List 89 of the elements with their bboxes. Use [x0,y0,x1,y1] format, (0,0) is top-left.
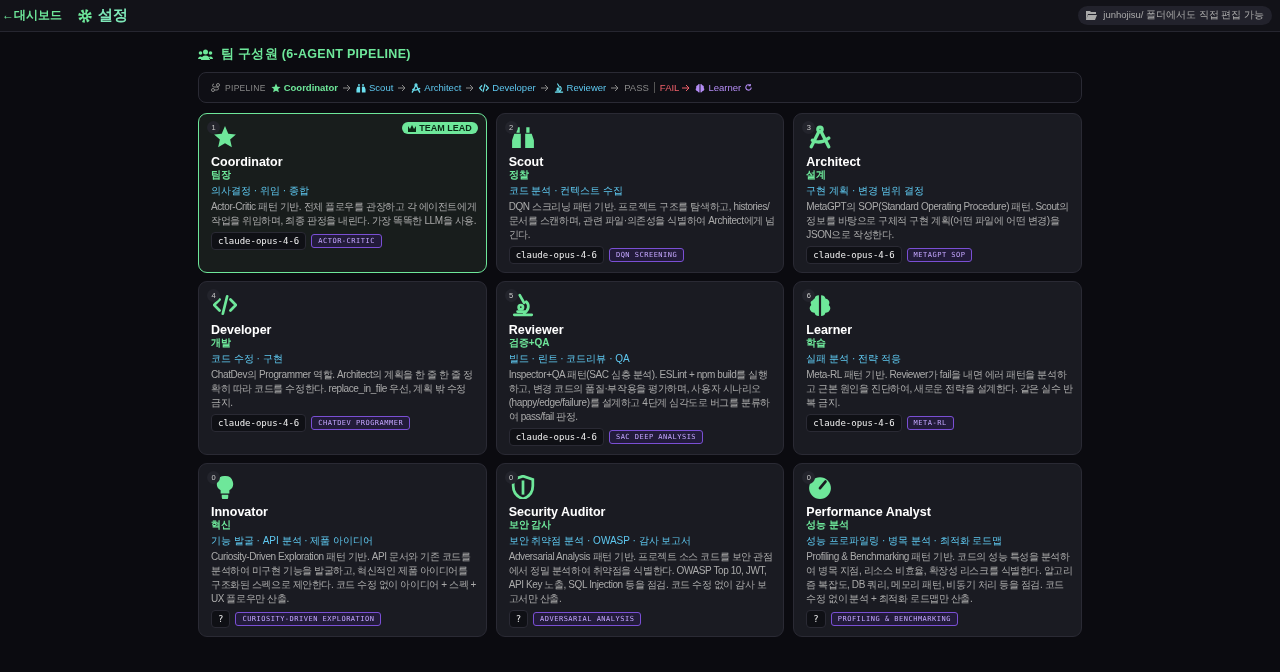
model-chip: ? [211,610,231,628]
agent-skills: 실패 분석 · 전략 적응 [806,352,902,365]
binoculars-icon [510,125,535,149]
agent-description: Inspector+QA 패턴(SAC 심층 분석). ESLint + npm build를 실행하고, 변경 코드의 품질·부작용을 평가하며, 사용자 시나리오(happy/edge/failure)를 설계하고 4단계 심각도로 버그를 분류하여 pass/fail 판정. [508,368,771,424]
pipeline-step: Architect [424,82,462,93]
agent-description: Profiling & Benchmarking 패턴 기반. 코드의 성능 특성을 분석하여 병목 지점, 리소스 비효율, 확장성 리스크를 식별한다. 알고리즘 복잡도, DB 쿼리, 메모리 패턴, 비동기 처리 등을 점검. 코드 수정 없이 분석 + 최적화 로드맵만 산출. [806,550,1073,606]
section-title: 팀 구성원 (6-AGENT PIPELINE) [221,45,411,63]
model-chip: ? [806,610,826,628]
agent-skills: 보안 취약점 분석 · OWASP · 감사 보고서 [508,534,693,547]
agent-role: 성능 분석 [806,519,851,531]
agent-name: Developer [211,323,273,337]
agent-description: DQN 스크리닝 패턴 기반. 프로젝트 구조를 탐색하고, histories/ 문서를 스캔하며, 관련 파일·의존성을 식별하여 Architect에게 넘긴다. [508,200,776,242]
agent-skills: 기능 발굴 · API 분석 · 제품 아이디어 [211,534,375,547]
agent-role: 개발 [211,337,232,349]
model-chip: claude-opus-4-6 [806,414,902,432]
brain-icon [808,293,833,317]
pipeline-step: Scout [369,82,394,93]
agent-description: Curiosity-Driven Exploration 패턴 기반. API 문서와 기존 코드를 분석하여 미구현 기능을 발굴하고, 혁신적인 제품 아이디어를 구조화된 스펙으로 제안한다. 코드 수정 없이 아이디어 + 스펙 + UX 플로우만 산출. [211,550,478,606]
agent-description: ChatDev의 Programmer 역할. Architect의 계획을 한 줄 한 줄 정확히 따라 코드를 수정한다. replace_in_file 우선, 계획 밖 수정 금지. [211,368,474,410]
agent-name: Reviewer [508,323,565,337]
agent-role: 설계 [806,169,828,181]
agent-name: Learner [806,323,854,337]
agent-name: Security Auditor [508,505,607,519]
model-chip: claude-opus-4-6 [508,246,604,264]
agent-name: Coordinator [211,155,284,169]
agent-name: Scout [508,155,545,169]
team-lead-badge: TEAM LEAD [402,122,478,134]
brain-icon [695,82,706,93]
agent-name: Performance Analyst [806,505,932,519]
star-icon [213,125,237,149]
pipeline-label: PIPELINE [225,82,266,93]
pipeline-step: FAIL [659,82,680,93]
flow-icon [211,83,220,92]
agent-description: Actor-Critic 패턴 기반. 전체 플로우를 관장하고 각 에이전트에게 작업을 위임하며, 최종 판정을 내린다. 가장 똑똑한 LLM을 사용. [211,200,478,228]
agent-role: 검증+QA [508,337,551,349]
notice-text: junhojisu/ 폴더에서도 직접 편집 가능 [1103,9,1264,22]
shield-icon [510,475,535,499]
crown-icon [408,124,417,132]
agent-role: 정찰 [508,169,530,181]
star-icon [270,82,281,93]
pipeline-step: Developer [492,82,536,93]
agent-card[interactable] [198,463,487,637]
microscope-icon [553,82,564,93]
agent-skills: 빌드 · 린트 · 코드리뷰 · QA [508,352,631,365]
compass-icon [411,82,422,93]
agent-name: Architect [806,155,862,169]
pipeline-step: Coordinator [283,82,339,93]
agent-skills: 구현 계획 · 변경 범위 결정 [806,184,925,197]
agent-card[interactable] [495,281,785,455]
arrow-icon [343,83,352,92]
model-chip: claude-opus-4-6 [508,428,604,446]
arrow-icon [398,83,407,92]
arrow-icon [682,83,691,92]
model-chip: claude-opus-4-6 [211,414,307,432]
gauge-icon [808,475,833,499]
model-chip: ? [508,610,529,628]
compass-icon [808,125,833,149]
pipeline-step: PASS [624,82,649,93]
model-chip: claude-opus-4-6 [806,246,902,264]
agent-skills: 의사결정 · 위임 · 종합 [211,184,310,197]
agent-description: Meta-RL 패턴 기반. Reviewer가 fail을 내면 에러 패턴을 분석하고 근본 원인을 진단하여, 새로운 전략을 설계한다. 같은 실수 반복 금지. [806,368,1073,410]
agent-role: 팀장 [211,169,232,181]
pipeline-step: Learner [708,82,742,93]
agent-role: 학습 [806,337,828,349]
agent-skills: 성능 프로파일링 · 병목 분석 · 최적화 로드맵 [806,534,1004,547]
agent-skills: 코드 수정 · 구현 [211,352,284,365]
users-icon [198,48,213,60]
folder-icon [1086,11,1098,20]
back-link[interactable]: ←대시보드 [2,7,62,24]
agent-card[interactable] [793,463,1082,637]
agent-skills: 코드 분석 · 컨텍스트 수집 [508,184,625,197]
agent-role: 혁신 [211,519,232,531]
settings-icon [78,8,92,23]
code-icon [479,82,490,93]
page-title: 설정 [98,6,128,25]
arrow-icon [466,83,475,92]
binoculars-icon [356,82,367,93]
pipeline-step: Reviewer [566,82,607,93]
arrow-icon [611,83,620,92]
model-chip: claude-opus-4-6 [211,232,307,250]
agent-name: Innovator [211,505,269,519]
agent-card[interactable] [495,463,785,637]
agent-description: Adversarial Analysis 패턴 기반. 프로젝트 소스 코드를 보안 관점에서 정밀 분석하여 취약점을 식별한다. OWASP Top 10, JWT, API Key 노출, SQL Injection 등을 점검. 코드 수정 없이 감사 보고서만 산출. [508,550,774,606]
agent-role: 보안 감사 [508,519,553,531]
arrow-icon [540,83,549,92]
loop-icon [744,83,754,92]
code-icon [213,293,237,317]
microscope-icon [510,293,535,317]
agent-description: MetaGPT의 SOP(Standard Operating Procedure) 패턴. Scout의 정보를 바탕으로 구체적 구현 계획(어떤 파일에 어떤 변경)을 JSON으로 작성한다. [806,200,1070,242]
